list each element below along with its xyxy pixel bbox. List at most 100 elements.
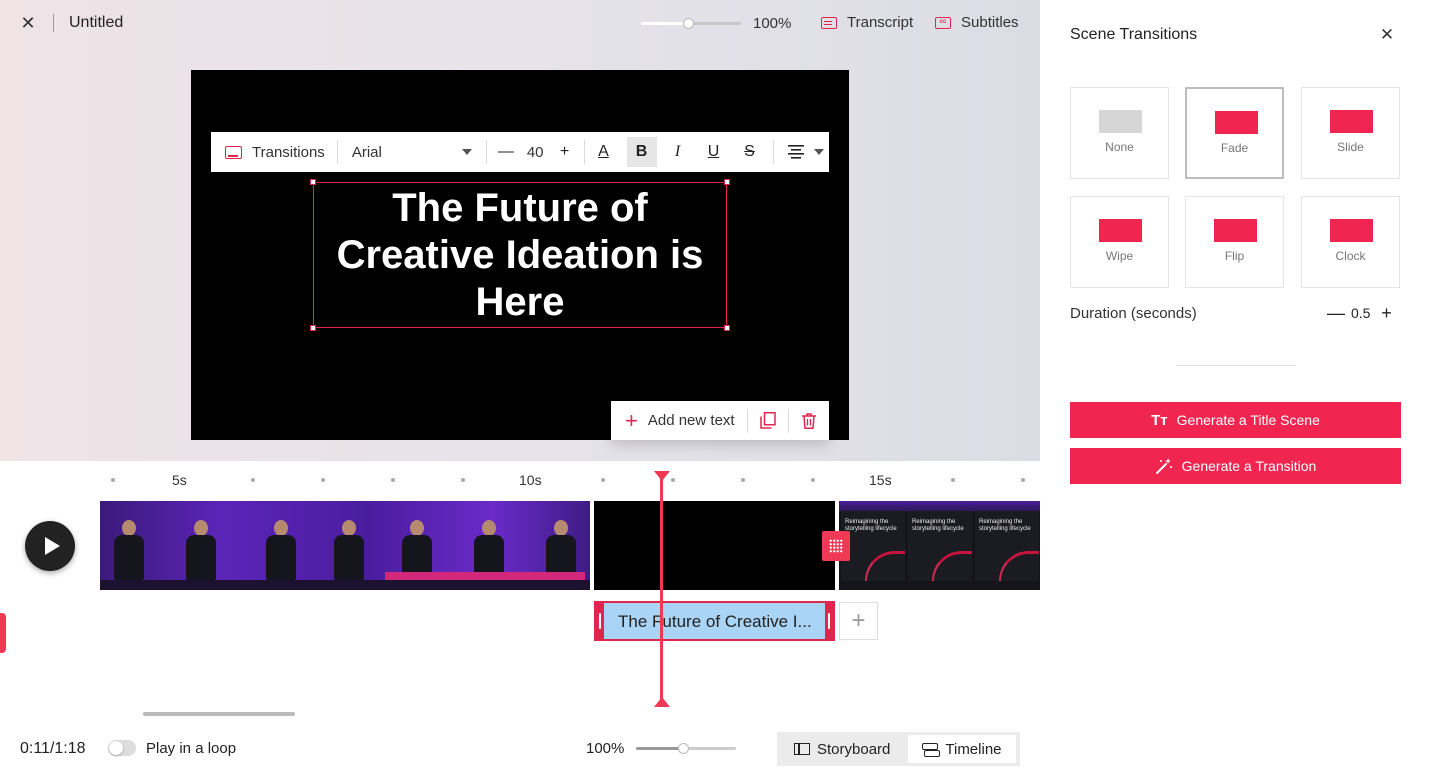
strikethrough-button[interactable]: S	[735, 137, 765, 167]
speaker-figure	[400, 520, 434, 580]
resize-handle[interactable]	[310, 325, 316, 331]
preview-zoom-slider[interactable]	[641, 15, 741, 31]
project-title[interactable]: Untitled	[69, 14, 123, 32]
slide-thumbnail: Reimagining the storytelling lifecycle	[908, 511, 972, 581]
timeline-view-button[interactable]: Timeline	[908, 735, 1016, 763]
playhead-handle-bottom[interactable]	[654, 697, 670, 707]
transition-option-clock[interactable]: Clock	[1301, 196, 1400, 288]
scene-transitions-panel: Scene Transitions ✕ None Fade Slide Wipe…	[1040, 0, 1440, 781]
transition-marker[interactable]	[822, 531, 850, 561]
ruler-label: 15s	[869, 472, 892, 488]
slide-caption: Reimagining the storytelling lifecycle	[912, 519, 964, 532]
resize-handle[interactable]	[310, 179, 316, 185]
transitions-label: Transitions	[252, 143, 325, 161]
timeline-zoom-slider[interactable]	[636, 740, 736, 756]
transition-label: Clock	[1335, 249, 1366, 263]
duplicate-button[interactable]	[748, 401, 788, 440]
close-icon[interactable]: ✕	[18, 13, 38, 33]
transitions-button[interactable]: Transitions	[211, 132, 337, 172]
font-size-value[interactable]: 40	[527, 144, 544, 161]
clip-trim-handle-left[interactable]	[596, 603, 604, 639]
ruler-tick	[391, 478, 395, 482]
play-icon	[44, 537, 60, 555]
text-color-button[interactable]: A	[589, 137, 619, 167]
slider-knob[interactable]	[678, 743, 689, 754]
chevron-down-icon	[461, 149, 472, 155]
side-tab-handle[interactable]	[0, 613, 6, 653]
delete-button[interactable]	[789, 401, 829, 440]
transition-option-none[interactable]: None	[1070, 87, 1169, 179]
canvas-title-text[interactable]: The Future of Creative Ideation is Here	[337, 185, 704, 326]
underline-button[interactable]: U	[699, 137, 729, 167]
view-switcher: Storyboard Timeline	[777, 732, 1020, 766]
transition-label: Flip	[1224, 249, 1245, 263]
transition-option-wipe[interactable]: Wipe	[1070, 196, 1169, 288]
resize-handle[interactable]	[724, 179, 730, 185]
text-clip[interactable]: The Future of Creative I...	[594, 601, 835, 641]
transition-swatch	[1099, 110, 1142, 133]
subtitles-button[interactable]: cc Subtitles	[935, 14, 1019, 31]
grid-icon	[829, 539, 843, 553]
chevron-down-icon	[813, 149, 824, 155]
align-select[interactable]	[774, 145, 824, 159]
generate-transition-button[interactable]: Generate a Transition	[1070, 448, 1401, 484]
selected-text-box[interactable]: The Future of Creative Ideation is Here	[310, 179, 730, 331]
loop-toggle[interactable]	[108, 740, 136, 756]
add-text-clip-button[interactable]: +	[839, 602, 878, 640]
text-size-icon: Tт	[1151, 411, 1168, 429]
decrease-duration-button[interactable]: —	[1327, 303, 1345, 323]
transition-option-flip[interactable]: Flip	[1185, 196, 1284, 288]
divider	[583, 140, 585, 164]
video-clip-title[interactable]	[594, 501, 835, 590]
transition-option-slide[interactable]: Slide	[1301, 87, 1400, 179]
slider-knob[interactable]	[683, 18, 694, 29]
video-clip-speaker[interactable]	[100, 501, 590, 590]
ruler-tick	[811, 478, 815, 482]
transition-label: Wipe	[1105, 249, 1134, 263]
font-family-select[interactable]: Arial	[338, 144, 486, 161]
text-format-toolbar: Transitions Arial — 40 + A B I U S	[211, 132, 829, 172]
add-new-text-label: Add new text	[647, 412, 735, 429]
duration-label: Duration (seconds)	[1070, 305, 1197, 322]
decrease-font-size-button[interactable]: —	[495, 141, 517, 163]
timeline-label: Timeline	[945, 740, 1002, 758]
font-size-stepper: — 40 +	[487, 141, 584, 163]
duration-stepper: — 0.5 +	[1327, 303, 1394, 323]
subtitles-label: Subtitles	[961, 14, 1019, 31]
resize-handle[interactable]	[724, 325, 730, 331]
text-clip-label: The Future of Creative I...	[618, 612, 812, 631]
storyboard-view-button[interactable]: Storyboard	[780, 735, 904, 763]
play-button[interactable]	[25, 521, 75, 571]
divider	[1176, 365, 1296, 366]
transcript-label: Transcript	[847, 14, 914, 31]
transition-option-fade[interactable]: Fade	[1185, 87, 1284, 179]
time-display: 0:11/1:18	[20, 740, 86, 757]
italic-button[interactable]: I	[663, 137, 693, 167]
slide-caption: Reimagining the storytelling lifecycle	[845, 519, 897, 532]
transcript-button[interactable]: Transcript	[821, 14, 913, 31]
playhead[interactable]	[660, 478, 663, 704]
timeline-icon	[922, 742, 941, 757]
transition-label: Slide	[1337, 140, 1364, 154]
playhead-handle-top[interactable]	[654, 471, 670, 481]
close-icon[interactable]: ✕	[1377, 25, 1397, 45]
ruler-label: 10s	[519, 472, 542, 488]
align-center-icon	[787, 145, 804, 159]
add-new-text-button[interactable]: + Add new text	[611, 407, 747, 433]
transition-swatch	[1215, 111, 1258, 134]
transition-label: Fade	[1220, 141, 1249, 155]
timeline-scrollbar[interactable]	[143, 712, 295, 716]
duration-value[interactable]: 0.5	[1351, 305, 1370, 321]
bold-button[interactable]: B	[626, 137, 657, 167]
increase-font-size-button[interactable]: +	[554, 141, 576, 163]
video-clip-slides[interactable]: Reimagining the storytelling lifecycle R…	[839, 501, 1040, 590]
speaker-figure	[544, 520, 578, 580]
speaker-figure	[472, 520, 506, 580]
increase-duration-button[interactable]: +	[1378, 303, 1394, 323]
plus-icon: +	[625, 407, 638, 433]
loop-label: Play in a loop	[146, 740, 237, 757]
clip-trim-handle-right[interactable]	[825, 603, 833, 639]
generate-title-scene-button[interactable]: Tт Generate a Title Scene	[1070, 402, 1401, 438]
magic-wand-icon	[1155, 458, 1172, 474]
slide-caption: Reimagining the storytelling lifecycle	[979, 519, 1031, 532]
